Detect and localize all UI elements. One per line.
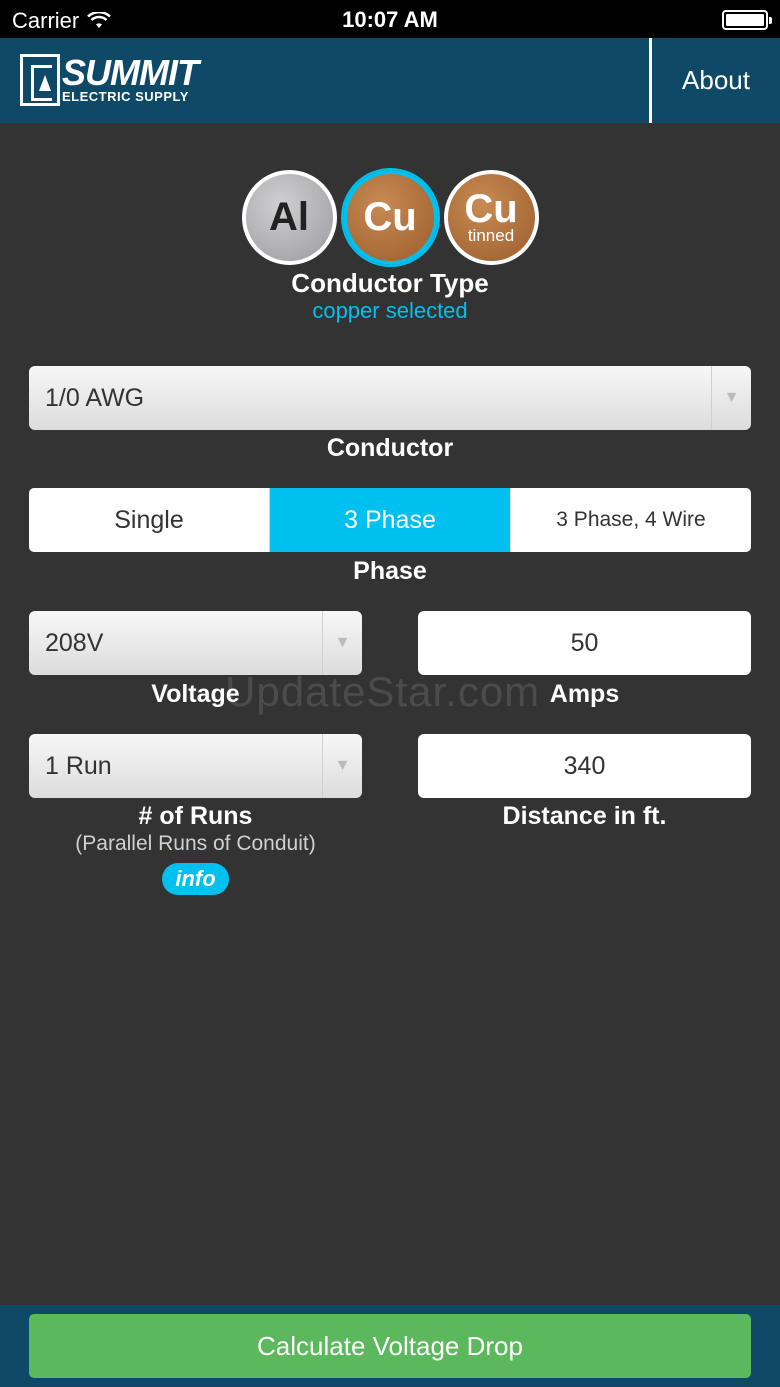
conductor-type-copper-label: Cu (363, 195, 417, 239)
carrier-label: Carrier (12, 8, 80, 33)
battery-icon (722, 10, 772, 30)
app-header: SUMMIT ELECTRIC SUPPLY About (0, 38, 780, 123)
distance-input[interactable]: 340 (418, 734, 751, 798)
conductor-type-tinned-label: Cu (464, 186, 518, 231)
conductor-type-selector: Al Cu Cu tinned (0, 170, 780, 265)
voltage-select-value: 208V (45, 628, 104, 657)
status-time: 10:07 AM (342, 7, 438, 32)
conductor-type-aluminum-label: Al (269, 195, 309, 239)
voltage-select[interactable]: 208V ▼ (29, 611, 362, 675)
summit-logo: SUMMIT ELECTRIC SUPPLY (20, 52, 232, 106)
status-bar: Carrier 10:07 AM (0, 0, 780, 38)
footer: Calculate Voltage Drop (0, 1305, 780, 1387)
phase-option-single[interactable]: Single (29, 488, 270, 552)
about-button[interactable]: About (652, 38, 780, 123)
conductor-type-copper[interactable]: Cu (342, 170, 438, 265)
conductor-label: Conductor (326, 434, 454, 462)
chevron-down-icon: ▼ (711, 366, 751, 430)
distance-label: Distance in ft. (502, 802, 667, 830)
conductor-select-value: 1/0 AWG (45, 383, 145, 412)
amps-input[interactable]: 50 (418, 611, 751, 675)
carrier: Carrier (12, 8, 112, 34)
phase-option-3-phase[interactable]: 3 Phase (270, 488, 511, 552)
phase-option-3-phase-4-wire[interactable]: 3 Phase, 4 Wire (511, 488, 751, 552)
amps-label: Amps (549, 680, 620, 708)
logo-name: SUMMIT (62, 52, 199, 93)
chevron-down-icon: ▼ (322, 734, 362, 798)
conductor-type-status: copper selected (312, 298, 468, 323)
conductor-type-tinned-sub: tinned (467, 225, 515, 245)
conductor-type-title: Conductor Type (291, 268, 489, 298)
runs-label: # of Runs (138, 802, 253, 830)
runs-sublabel: (Parallel Runs of Conduit) (75, 832, 316, 855)
chevron-down-icon: ▼ (322, 611, 362, 675)
calculate-voltage-drop-button[interactable]: Calculate Voltage Drop (29, 1314, 751, 1378)
logo-mark-icon (20, 54, 60, 106)
phase-segmented-control: Single 3 Phase 3 Phase, 4 Wire (29, 488, 751, 552)
phase-label: Phase (353, 557, 427, 585)
wifi-icon (87, 12, 112, 28)
runs-select[interactable]: 1 Run ▼ (29, 734, 362, 798)
runs-select-value: 1 Run (45, 751, 112, 780)
conductor-type-aluminum[interactable]: Al (241, 170, 337, 265)
logo-subtitle: ELECTRIC SUPPLY (62, 89, 189, 104)
conductor-select[interactable]: 1/0 AWG ▼ (29, 366, 751, 430)
info-button[interactable]: info (162, 863, 229, 895)
conductor-type-tinned-copper[interactable]: Cu tinned (443, 170, 539, 265)
voltage-label: Voltage (151, 680, 240, 708)
